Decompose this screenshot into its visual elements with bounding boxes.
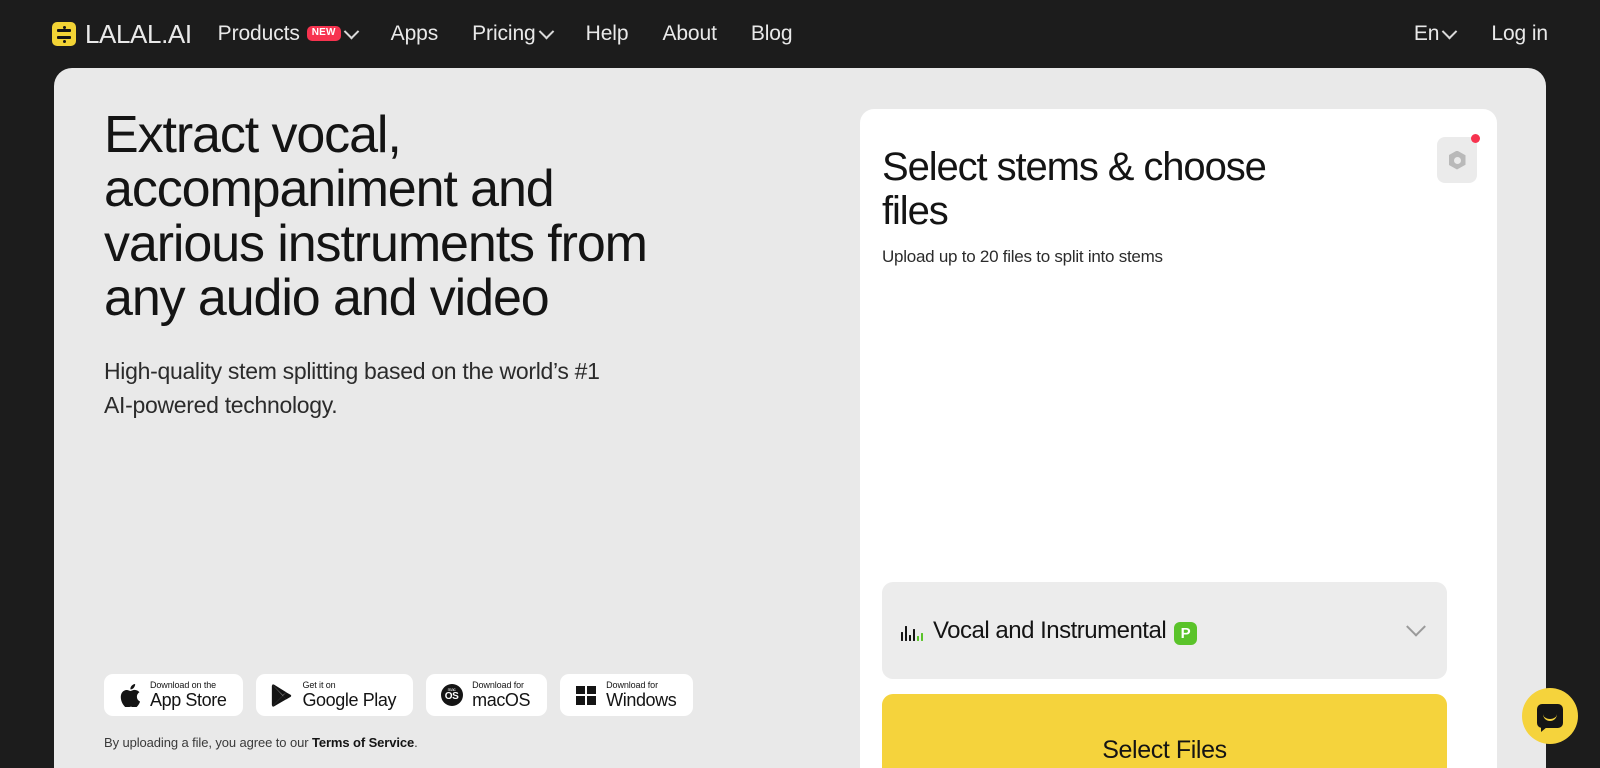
nav-item-products-label: Products bbox=[218, 22, 300, 46]
language-selector[interactable]: En bbox=[1396, 22, 1474, 46]
macos-top-label: Download for bbox=[472, 681, 530, 691]
nav-item-about[interactable]: About bbox=[645, 22, 733, 46]
nav-item-about-label: About bbox=[662, 22, 716, 46]
google-play-main-label: Google Play bbox=[302, 691, 396, 709]
login-button[interactable]: Log in bbox=[1473, 22, 1548, 46]
app-store-download-button[interactable]: Download on the App Store bbox=[104, 674, 243, 716]
nav-item-products[interactable]: Products NEW bbox=[218, 22, 374, 46]
chevron-down-icon bbox=[1442, 23, 1458, 39]
select-files-button[interactable]: Select Files bbox=[882, 694, 1447, 768]
page-title: Extract vocal, accompaniment and various… bbox=[104, 108, 664, 325]
terms-notice-suffix: . bbox=[414, 735, 418, 750]
chevron-down-icon bbox=[538, 23, 554, 39]
macos-icon-line2: OS bbox=[445, 692, 459, 702]
windows-icon bbox=[574, 684, 597, 707]
windows-main-label: Windows bbox=[606, 691, 676, 709]
stem-selector-label: Vocal and Instrumental bbox=[933, 617, 1166, 645]
google-play-top-label: Get it on bbox=[302, 681, 396, 691]
google-play-download-button[interactable]: Get it on Google Play bbox=[256, 674, 413, 716]
macos-download-button[interactable]: mac OS Download for macOS bbox=[426, 674, 547, 716]
login-button-label: Log in bbox=[1491, 22, 1548, 46]
lalal-logo-icon bbox=[52, 22, 76, 46]
top-navigation-bar: LALAL.AI Products NEW Apps Pricing Help … bbox=[0, 0, 1600, 68]
app-download-buttons: Download on the App Store Get it on Goog… bbox=[104, 674, 693, 716]
language-selector-label: En bbox=[1414, 22, 1440, 46]
nav-item-apps[interactable]: Apps bbox=[374, 22, 455, 46]
upload-card: Select stems & choose files Upload up to… bbox=[860, 109, 1497, 768]
nav-item-pricing[interactable]: Pricing bbox=[455, 22, 569, 46]
windows-download-button[interactable]: Download for Windows bbox=[560, 674, 693, 716]
chat-bubble-icon bbox=[1537, 704, 1563, 728]
hero-section: Extract vocal, accompaniment and various… bbox=[54, 68, 1546, 768]
nav-item-help[interactable]: Help bbox=[569, 22, 646, 46]
macos-icon: mac OS bbox=[440, 684, 463, 707]
macos-main-label: macOS bbox=[472, 691, 530, 709]
nav-item-help-label: Help bbox=[586, 22, 629, 46]
upload-card-subtitle: Upload up to 20 files to split into stem… bbox=[882, 247, 1461, 267]
hero-left-column: Extract vocal, accompaniment and various… bbox=[54, 68, 864, 768]
terms-notice-prefix: By uploading a file, you agree to our bbox=[104, 735, 312, 750]
brand-name: LALAL.AI bbox=[85, 19, 192, 50]
google-play-icon bbox=[270, 684, 293, 707]
hero-subheadline: High-quality stem splitting based on the… bbox=[104, 355, 604, 422]
terms-notice: By uploading a file, you agree to our Te… bbox=[104, 735, 418, 750]
nav-item-blog-label: Blog bbox=[751, 22, 793, 46]
apple-icon bbox=[118, 684, 141, 707]
nav-item-apps-label: Apps bbox=[391, 22, 438, 46]
nav-badge-new: NEW bbox=[307, 26, 341, 41]
chevron-down-icon bbox=[343, 23, 359, 39]
nav-item-blog[interactable]: Blog bbox=[734, 22, 810, 46]
app-store-main-label: App Store bbox=[150, 691, 226, 709]
app-store-top-label: Download on the bbox=[150, 681, 226, 691]
chat-support-button[interactable] bbox=[1522, 688, 1578, 744]
brand-logo-link[interactable]: LALAL.AI bbox=[52, 19, 192, 50]
page-root: LALAL.AI Products NEW Apps Pricing Help … bbox=[0, 0, 1600, 768]
settings-button[interactable] bbox=[1437, 137, 1477, 183]
upload-card-title: Select stems & choose files bbox=[882, 145, 1282, 233]
stem-selector-dropdown[interactable]: Vocal and Instrumental P bbox=[882, 582, 1447, 679]
nav-links: Products NEW Apps Pricing Help About Blo… bbox=[218, 22, 810, 46]
nav-right-group: En Log in bbox=[1396, 22, 1548, 46]
gear-nut-icon bbox=[1449, 151, 1466, 170]
nav-item-pricing-label: Pricing bbox=[472, 22, 536, 46]
phoenix-model-badge: P bbox=[1174, 622, 1197, 645]
waveform-icon bbox=[901, 621, 923, 641]
windows-top-label: Download for bbox=[606, 681, 676, 691]
notification-dot bbox=[1471, 134, 1480, 143]
terms-of-service-link[interactable]: Terms of Service bbox=[312, 735, 414, 750]
chevron-down-icon bbox=[1406, 616, 1426, 636]
